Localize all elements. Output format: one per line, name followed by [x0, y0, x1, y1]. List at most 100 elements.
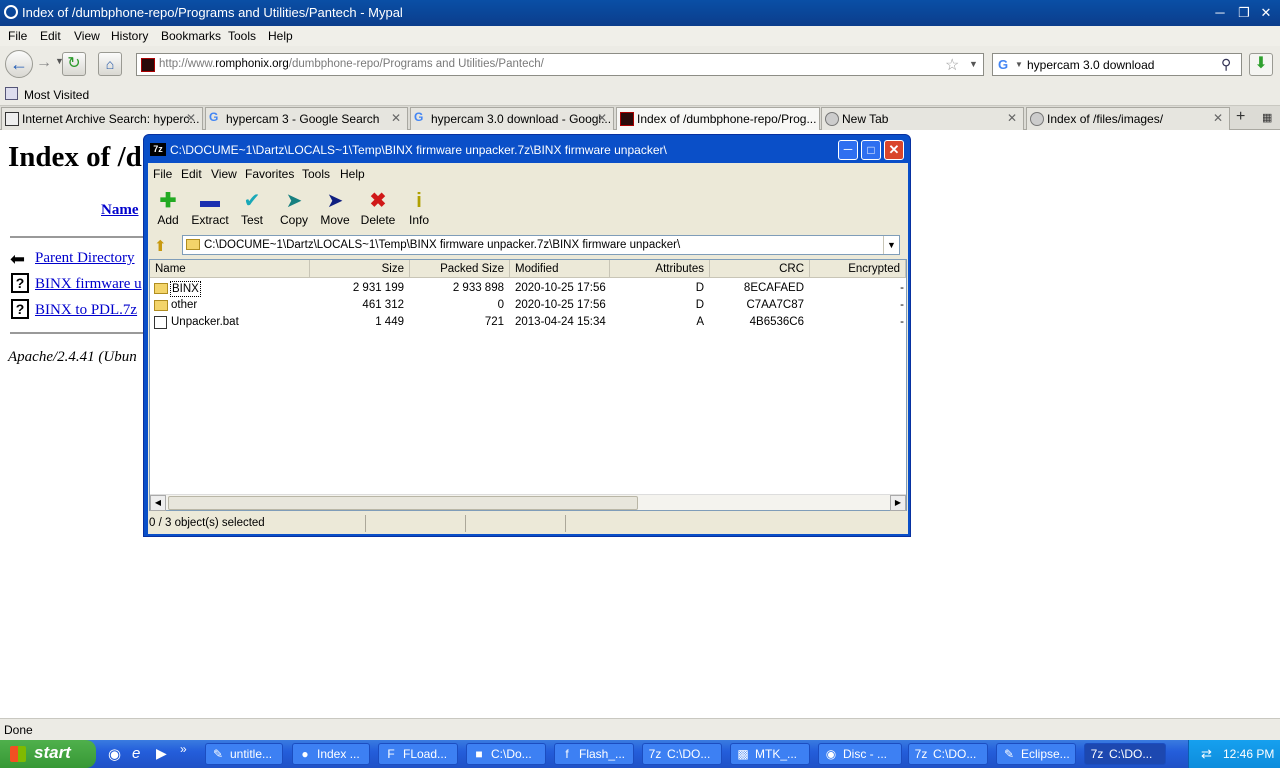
taskbar-item-7zip-1[interactable]: 7z C:\DO... [642, 743, 722, 765]
table-row[interactable]: BINX 2 931 199 2 933 898 2020-10-25 17:5… [150, 280, 906, 297]
taskbar-item-7zip-2[interactable]: 7z C:\DO... [908, 743, 988, 765]
close-tab-icon[interactable]: ✕ [391, 111, 401, 125]
url-text: http://www.romphonix.org/dumbphone-repo/… [159, 58, 544, 70]
bookmarks-toolbar: Most Visited [0, 82, 1280, 106]
column-header-attributes[interactable]: Attributes [610, 260, 710, 278]
zip-menu-favorites[interactable]: Favorites [245, 167, 294, 181]
column-header-encrypted[interactable]: Encrypted [810, 260, 906, 278]
menu-tools[interactable]: Tools [228, 29, 256, 43]
menu-file[interactable]: File [8, 29, 27, 43]
close-tab-icon[interactable]: ✕ [1213, 111, 1223, 125]
close-tab-icon[interactable]: ✕ [1007, 111, 1017, 125]
column-header-name[interactable]: Name [150, 260, 310, 278]
test-button[interactable]: ✔ Test [232, 189, 272, 227]
scroll-right-icon[interactable]: ▶ [890, 495, 906, 511]
start-button[interactable]: start [0, 740, 96, 768]
divider [10, 236, 144, 238]
7zip-maximize-button[interactable]: □ [861, 140, 881, 160]
reload-button[interactable]: ↻ [62, 52, 86, 76]
google-icon: G [414, 110, 424, 124]
new-tab-button[interactable]: + [1236, 108, 1245, 126]
add-button[interactable]: ✚ Add [148, 189, 188, 227]
tab-index-dumbphone[interactable]: Index of /dumbphone-repo/Prog... [616, 107, 820, 130]
clock[interactable]: 12:46 PM [1223, 747, 1274, 761]
tab-new-tab[interactable]: New Tab ✕ [821, 107, 1024, 130]
name-column-header[interactable]: Name [101, 202, 139, 219]
menu-history[interactable]: History [111, 29, 148, 43]
scroll-left-icon[interactable]: ◀ [150, 495, 166, 511]
7zip-minimize-button[interactable]: ─ [838, 140, 858, 160]
search-icon[interactable]: ⚲ [1221, 56, 1231, 73]
menu-edit[interactable]: Edit [40, 29, 61, 43]
url-dropdown-icon[interactable]: ▼ [969, 59, 978, 69]
table-row[interactable]: other 461 312 0 2020-10-25 17:56 D C7AA7… [150, 297, 906, 314]
zip-menu-file[interactable]: File [153, 167, 172, 181]
menu-help[interactable]: Help [268, 29, 293, 43]
taskbar-item-disc[interactable]: ◉ Disc - ... [818, 743, 902, 765]
mtk-icon: ▩ [737, 747, 749, 761]
tab-index-files-images[interactable]: Index of /files/images/ ✕ [1026, 107, 1230, 130]
bookmark-star-icon[interactable]: ☆ [945, 55, 959, 75]
quicklaunch-ie-icon[interactable]: ◉ [108, 745, 121, 763]
url-bar[interactable]: http://www.romphonix.org/dumbphone-repo/… [136, 53, 984, 76]
info-button[interactable]: i Info [399, 189, 439, 227]
move-button[interactable]: ➤ Move [315, 189, 355, 227]
zip-menu-edit[interactable]: Edit [181, 167, 202, 181]
close-button[interactable]: ✕ [1256, 4, 1276, 22]
status-divider [465, 515, 466, 532]
7zip-close-button[interactable]: ✕ [884, 140, 904, 160]
extract-button[interactable]: ▬ Extract [190, 189, 230, 227]
network-icon[interactable]: ⇄ [1201, 746, 1212, 762]
close-tab-icon[interactable]: ✕ [597, 111, 607, 125]
parent-directory-link[interactable]: Parent Directory [35, 250, 135, 267]
tab-google-hypercam-download[interactable]: G hypercam 3.0 download - Googl... ✕ [410, 107, 614, 130]
file-link-binx-to-pdl[interactable]: BINX to PDL.7z [35, 302, 137, 319]
taskbar-item-fload[interactable]: F FLoad... [378, 743, 458, 765]
tab-internet-archive[interactable]: Internet Archive Search: hyperc... ✕ [1, 107, 203, 130]
taskbar-item-index[interactable]: ● Index ... [292, 743, 370, 765]
horizontal-scrollbar[interactable]: ◀ ▶ [150, 494, 906, 511]
path-dropdown-icon[interactable]: ▼ [883, 236, 899, 254]
column-header-packed-size[interactable]: Packed Size [410, 260, 510, 278]
info-icon: i [416, 190, 422, 212]
zip-menu-view[interactable]: View [211, 167, 237, 181]
list-tabs-icon[interactable]: ▦ [1262, 111, 1272, 124]
quicklaunch-browser-icon[interactable]: e [132, 745, 140, 762]
taskbar-item-flash[interactable]: f Flash_... [554, 743, 634, 765]
column-header-crc[interactable]: CRC [710, 260, 810, 278]
taskbar-item-mtk[interactable]: ▩ MTK_... [730, 743, 810, 765]
menu-bookmarks[interactable]: Bookmarks [161, 29, 221, 43]
download-button[interactable]: ⬇ [1249, 53, 1273, 76]
search-engine-dropdown-icon[interactable]: ▼ [1015, 60, 1023, 69]
taskbar-item-7zip-active[interactable]: 7z C:\DO... [1084, 743, 1166, 765]
column-header-modified[interactable]: Modified [510, 260, 610, 278]
copy-button[interactable]: ➤ Copy [274, 189, 314, 227]
taskbar-item-untitled[interactable]: ✎ untitle... [205, 743, 283, 765]
flash-icon: f [565, 747, 569, 761]
restore-button[interactable]: ❐ [1234, 4, 1254, 22]
quicklaunch-more-icon[interactable]: » [180, 742, 187, 756]
home-button[interactable]: ⌂ [98, 52, 122, 76]
tab-google-hypercam3[interactable]: G hypercam 3 - Google Search ✕ [205, 107, 408, 130]
path-bar[interactable]: C:\DOCUME~1\Dartz\LOCALS~1\Temp\BINX fir… [182, 235, 900, 255]
column-header-size[interactable]: Size [310, 260, 410, 278]
scrollbar-thumb[interactable] [168, 496, 638, 510]
search-input[interactable]: hypercam 3.0 download [1027, 58, 1154, 72]
file-link-binx-firmware[interactable]: BINX firmware u [35, 276, 142, 293]
move-arrow-icon: ➤ [326, 190, 344, 212]
menu-view[interactable]: View [74, 29, 100, 43]
table-row[interactable]: Unpacker.bat 1 449 721 2013-04-24 15:34 … [150, 314, 906, 331]
search-box[interactable]: G ▼ hypercam 3.0 download ⚲ [992, 53, 1242, 76]
delete-button[interactable]: ✖ Delete [358, 189, 398, 227]
up-folder-icon[interactable]: ⬆ [154, 237, 167, 255]
most-visited-bookmark[interactable]: Most Visited [24, 88, 89, 102]
back-button[interactable]: ← [5, 50, 33, 78]
zip-menu-tools[interactable]: Tools [302, 167, 330, 181]
close-tab-icon[interactable]: ✕ [186, 111, 196, 125]
taskbar-item-explorer[interactable]: ■ C:\Do... [466, 743, 546, 765]
taskbar-item-eclipse[interactable]: ✎ Eclipse... [996, 743, 1076, 765]
minimize-button[interactable]: ─ [1210, 4, 1230, 22]
forward-button[interactable]: → [36, 54, 54, 74]
zip-menu-help[interactable]: Help [340, 167, 365, 181]
quicklaunch-media-icon[interactable]: ▶ [156, 745, 167, 762]
